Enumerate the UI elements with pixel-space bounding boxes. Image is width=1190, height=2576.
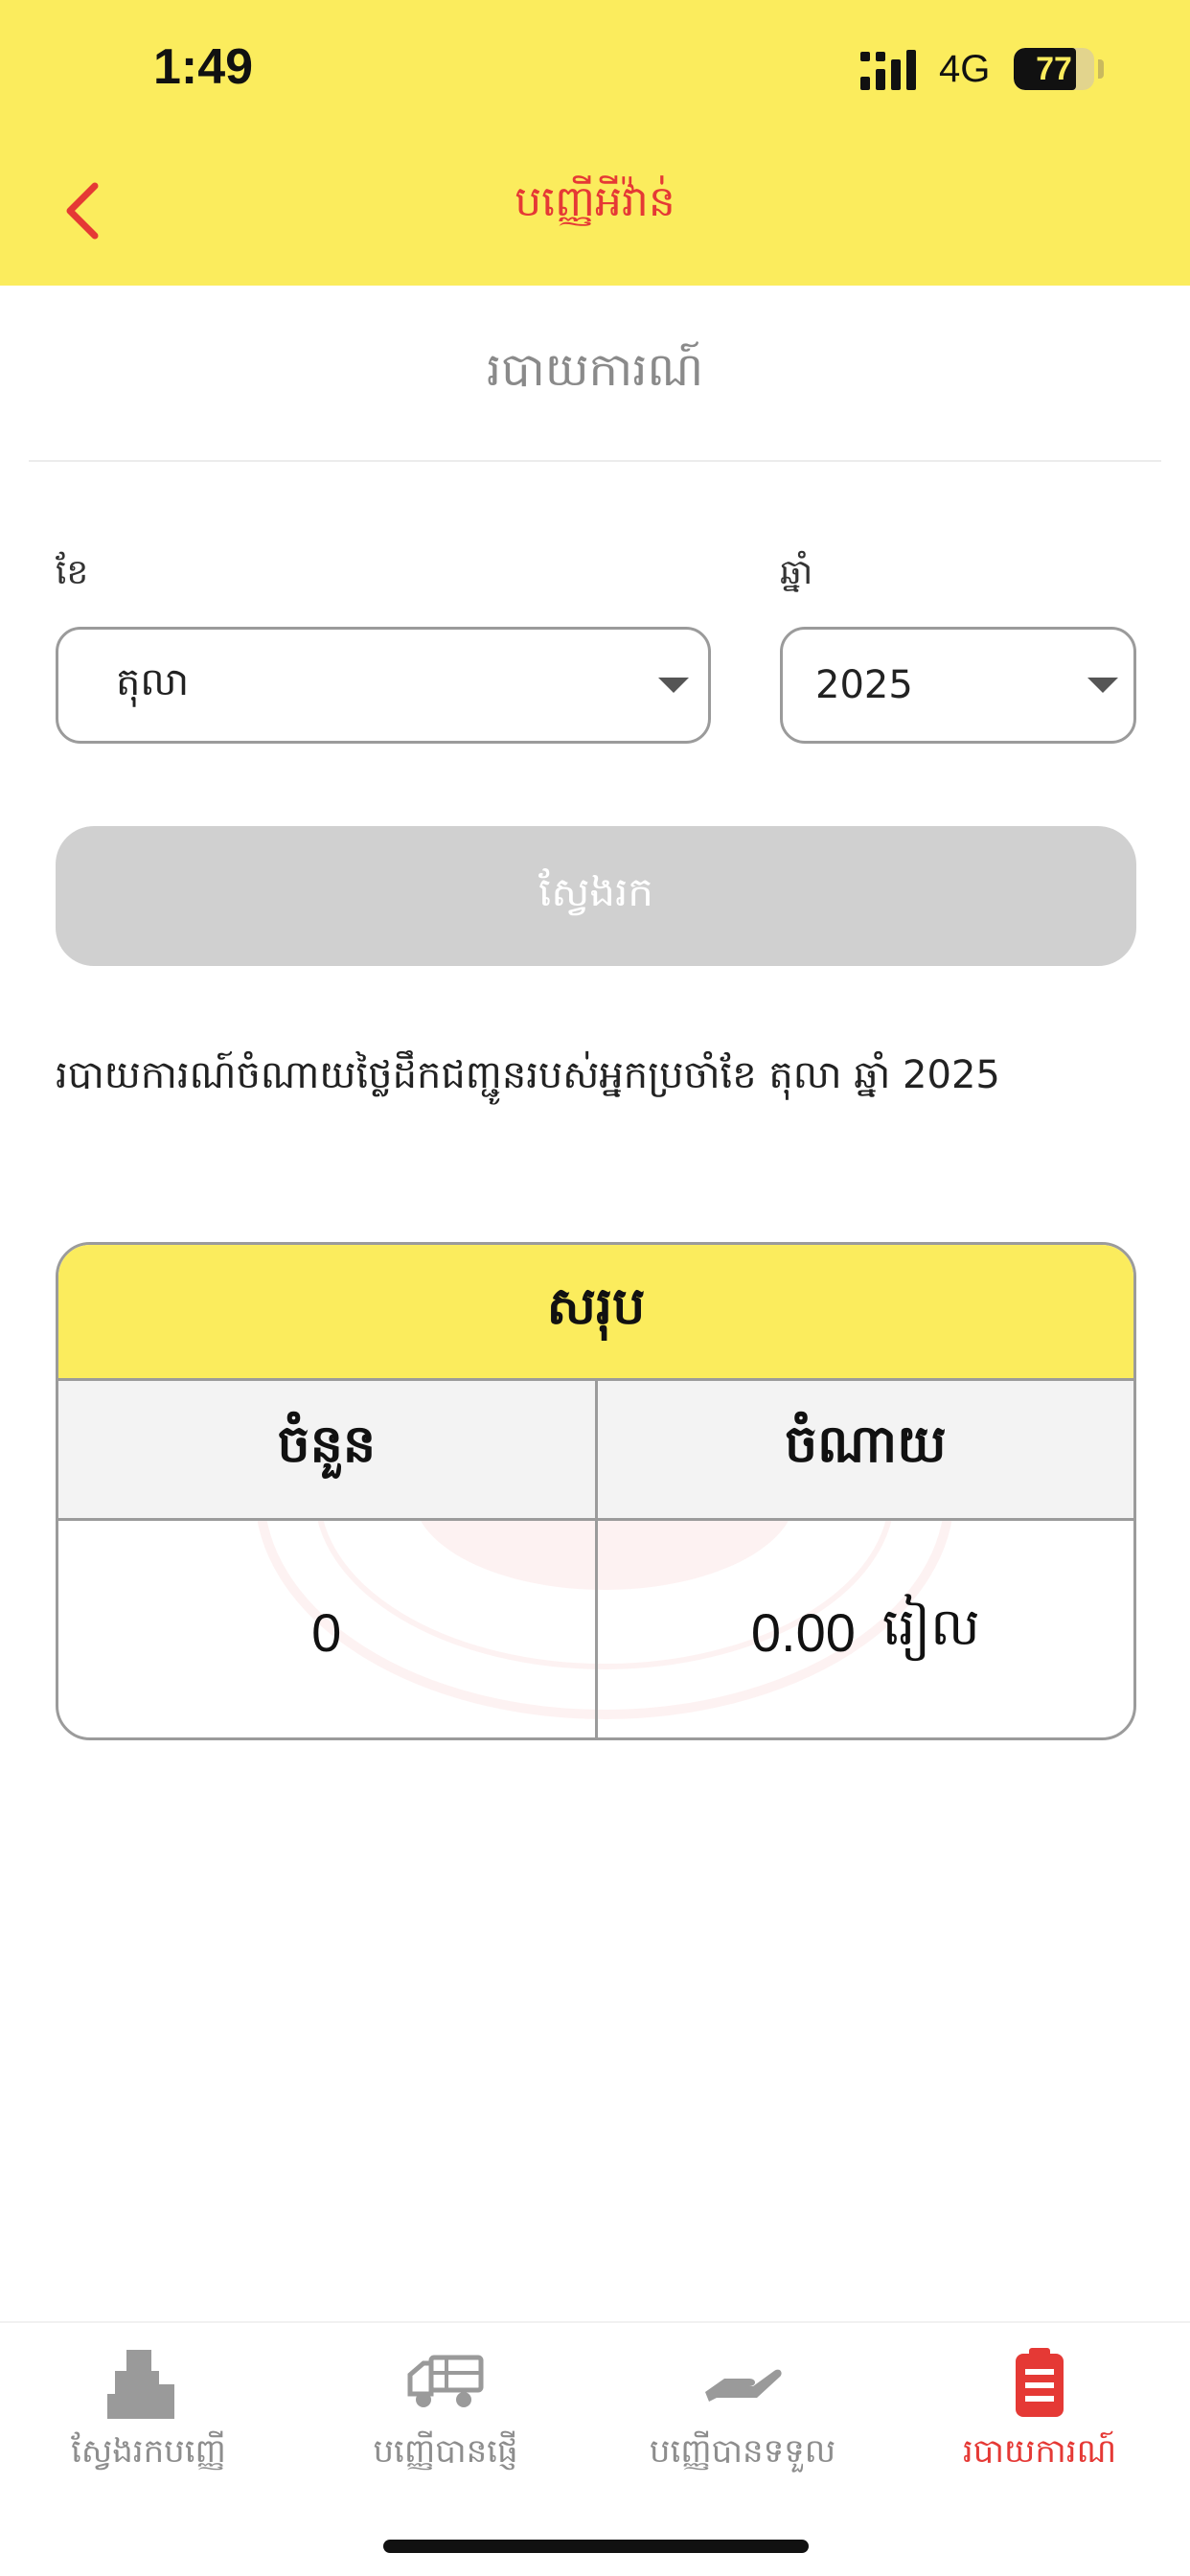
count-value: 0 [311, 1601, 342, 1663]
summary-value-row: 0 0.00 រៀល [58, 1521, 1134, 1737]
network-type: 4G [939, 48, 991, 90]
divider [29, 460, 1161, 462]
tab-report[interactable]: របាយការណ៍ [891, 2323, 1188, 2496]
boxes-icon [107, 2350, 174, 2419]
truck-icon [407, 2355, 484, 2407]
currency-label: រៀល [881, 1596, 980, 1657]
bottom-tab-bar: ស្វែងរកបញ្ញើ បញ្ញើបានផ្ញើ បញ្ញើបានទទួល រ… [0, 2321, 1190, 2576]
chevron-left-icon [66, 182, 99, 240]
expense-value-cell: 0.00 រៀល [594, 1521, 1134, 1737]
app-header: 1:49 4G 77 បញ្ញើអីវ៉ាន់ [0, 0, 1190, 286]
hand-receive-icon [705, 2369, 782, 2402]
summary-table: សរុប ចំនួន ចំណាយ 0 0.00 រៀល [56, 1242, 1136, 1740]
battery-icon: 77 [1014, 48, 1094, 90]
count-value-cell: 0 [58, 1521, 595, 1737]
tab-sent-parcels[interactable]: បញ្ញើបានផ្ញើ [297, 2323, 594, 2496]
month-select-value: តុលា [116, 659, 190, 704]
tab-search-parcel[interactable]: ស្វែងរកបញ្ញើ [0, 2323, 297, 2496]
tab-label: ស្វែងរកបញ្ញើ [71, 2432, 226, 2471]
search-button[interactable]: ស្វែងរក [56, 826, 1136, 966]
year-select[interactable]: 2025 [780, 627, 1136, 744]
count-column-header: ចំនួន [277, 1414, 377, 1474]
caret-down-icon [658, 678, 689, 693]
report-description: របាយការណ៍ចំណាយថ្លៃដឹកជញ្ជូនរបស់អ្នកប្រចា… [56, 1053, 1000, 1097]
section-title: របាយការណ៍ [486, 343, 704, 397]
caret-down-icon [1087, 678, 1118, 693]
back-button[interactable] [48, 172, 115, 249]
page-title: បញ្ញើអីវ៉ាន់ [515, 177, 675, 226]
year-label: ឆ្នាំ [780, 553, 813, 592]
tab-received-parcels[interactable]: បញ្ញើបានទទួល [594, 2323, 891, 2496]
battery-level: 77 [1036, 50, 1072, 87]
signal-icon [860, 50, 916, 90]
tab-label: បញ្ញើបានផ្ញើ [373, 2432, 518, 2471]
expense-column-header: ចំណាយ [594, 1381, 1134, 1518]
status-time: 1:49 [153, 39, 254, 95]
expense-amount: 0.00 រៀល [751, 1595, 980, 1670]
year-select-value: 2025 [815, 663, 913, 707]
summary-title: សរុប [58, 1245, 1133, 1381]
month-select[interactable]: តុលា [56, 627, 711, 744]
month-label: ខែ [56, 553, 89, 592]
battery-tip [1098, 59, 1104, 79]
tab-label: បញ្ញើបានទទួល [649, 2432, 836, 2471]
summary-header-row: ចំនួន ចំណាយ [58, 1381, 1133, 1521]
tab-label: របាយការណ៍ [962, 2432, 1117, 2471]
home-indicator [383, 2540, 809, 2553]
clipboard-icon [1016, 2348, 1064, 2417]
expense-value: 0.00 [750, 1601, 856, 1663]
